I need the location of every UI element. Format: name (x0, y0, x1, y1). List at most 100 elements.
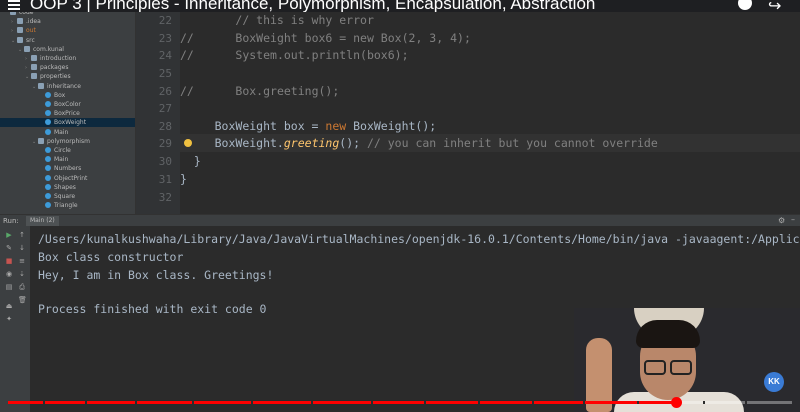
arrow-up-icon[interactable]: ↑ (18, 232, 26, 239)
arrow-down-icon[interactable]: ↓ (18, 245, 26, 252)
code-line-23[interactable]: // BoxWeight box6 = new Box(2, 3, 4); (180, 29, 800, 47)
pin-icon[interactable]: ✦ (5, 316, 13, 323)
tree-item[interactable]: › .idea (0, 17, 135, 26)
camera-icon[interactable]: ◉ (5, 271, 13, 278)
code-text: (); (339, 136, 361, 150)
line-number: 25 (158, 67, 172, 80)
trash-icon[interactable]: 🗑 (18, 297, 27, 304)
tree-item[interactable]: BoxPrice (0, 109, 135, 118)
channel-logo[interactable]: KK (764, 372, 784, 392)
chapter-marker (531, 401, 534, 404)
line-number: 30 (158, 155, 172, 168)
console-line: /Users/kunalkushwaha/Library/Java/JavaVi… (38, 232, 800, 246)
folder-icon (24, 45, 30, 52)
tree-item-label: src (26, 36, 35, 44)
folder-icon (38, 82, 44, 89)
tree-item-label: inheritance (47, 82, 81, 90)
tree-item-label: introduction (40, 55, 77, 62)
tree-item[interactable]: Shapes (0, 183, 135, 192)
code-editor[interactable]: // this is why error // BoxWeight box6 =… (180, 0, 800, 214)
code-line-26[interactable]: // Box.greeting(); (180, 82, 800, 100)
tree-item[interactable]: Triangle (0, 201, 135, 210)
code-text: BoxWeight(); (346, 119, 437, 133)
tree-item[interactable]: Numbers (0, 164, 135, 173)
code-text: System.out.println(box6); (235, 48, 409, 62)
lightbulb-icon[interactable] (184, 139, 192, 147)
tree-item[interactable]: ⌄ polymorphism (0, 137, 135, 146)
run-toolbar: ▶ ↑ ✎ ↓ ■ ≡ ◉ ⇣ ▤ ⎙ 🗑 ⏏ ✦ (0, 226, 30, 412)
chapter-marker (703, 401, 706, 404)
tree-item-label: polymorphism (47, 137, 90, 145)
soft-wrap-icon[interactable]: ≡ (18, 258, 26, 265)
minimize-icon[interactable]: – (791, 215, 795, 224)
chapter-marker (636, 401, 639, 404)
gear-icon[interactable]: ⚙ (778, 216, 785, 225)
class-icon (45, 128, 51, 135)
line-number: 31 (158, 173, 172, 186)
tree-item[interactable]: Circle (0, 146, 135, 155)
chapter-marker (84, 401, 87, 404)
project-tree: code › .idea › out ⌄ src ⌄ com.kunal › introductio… (0, 0, 135, 214)
code-text: BoxWeight box6 = new Box( (235, 31, 409, 45)
tree-item[interactable]: › out (0, 26, 135, 35)
class-icon (45, 156, 51, 163)
chapter-marker (478, 401, 481, 404)
tree-item-label: Main (54, 128, 69, 136)
chapter-marker (311, 401, 314, 404)
tree-item[interactable]: ⌄ inheritance (0, 82, 135, 91)
code-line-30[interactable]: } (180, 152, 800, 170)
print-icon[interactable]: ⎙ (18, 284, 26, 291)
chapter-marker (370, 401, 373, 404)
tree-item[interactable]: ⌄ src (0, 36, 135, 45)
tree-item[interactable]: Main (0, 128, 135, 137)
console-line: Hey, I am in Box class. Greetings! (38, 268, 274, 282)
stop-icon[interactable]: ■ (5, 258, 13, 265)
folder-icon (17, 18, 23, 25)
tree-item-label: Circle (54, 147, 71, 154)
code-line-28[interactable]: BoxWeight box = new BoxWeight(); (180, 117, 800, 135)
chapter-marker (744, 401, 747, 404)
run-tab-main[interactable]: Main (2) (26, 216, 59, 226)
tree-item[interactable]: › packages (0, 63, 135, 72)
scroll-end-icon[interactable]: ⇣ (18, 271, 26, 278)
layout-icon[interactable]: ▤ (5, 284, 13, 291)
class-icon (45, 101, 51, 107)
tree-item[interactable]: ObjectPrint (0, 174, 135, 183)
tree-item-label: Box (54, 91, 66, 99)
tree-item[interactable]: › introduction (0, 54, 135, 63)
video-progress-bar[interactable] (8, 397, 792, 408)
menu-icon[interactable] (8, 0, 20, 10)
tree-item[interactable]: Box (0, 91, 135, 100)
comment-marker: // (180, 48, 194, 62)
tree-item-label: Numbers (54, 165, 82, 173)
code-comment: // you can inherit but you cannot overri… (366, 136, 658, 150)
presenter-webcam (574, 308, 800, 412)
tree-item[interactable]: Main (0, 155, 135, 164)
class-icon (45, 119, 51, 126)
folder-icon (31, 55, 37, 61)
tree-item[interactable]: BoxWeight (0, 118, 135, 128)
tree-item[interactable]: Square (0, 192, 135, 201)
watch-later-icon[interactable] (738, 0, 752, 10)
tree-item[interactable]: ⌄ properties (0, 72, 135, 81)
code-line-24[interactable]: // System.out.println(box6); (180, 46, 800, 64)
video-title[interactable]: OOP 3 | Principles - Inheritance, Polymo… (30, 0, 595, 12)
chapter-marker (135, 401, 137, 404)
code-line-29[interactable]: BoxWeight.greeting(); // you can inherit… (180, 134, 800, 152)
chapter-marker (583, 401, 586, 404)
progress-scrubber[interactable] (670, 397, 682, 408)
tree-item-label: BoxWeight (54, 119, 87, 127)
code-line-22[interactable]: // this is why error (180, 11, 800, 29)
folder-icon (17, 27, 23, 34)
folder-icon (38, 137, 44, 144)
wrench-icon[interactable]: ✎ (5, 245, 13, 252)
tree-item[interactable]: ⌄ com.kunal (0, 45, 135, 54)
exit-icon[interactable]: ⏏ (5, 303, 13, 310)
tree-item-label: Triangle (54, 202, 78, 210)
code-line-31[interactable]: } (180, 170, 800, 188)
code-brace: } (193, 154, 201, 168)
rerun-icon[interactable]: ▶ (5, 232, 13, 239)
tree-item[interactable]: BoxColor (0, 100, 135, 109)
tree-item-label: Shapes (54, 183, 76, 191)
share-icon[interactable]: ↪ (768, 0, 781, 12)
